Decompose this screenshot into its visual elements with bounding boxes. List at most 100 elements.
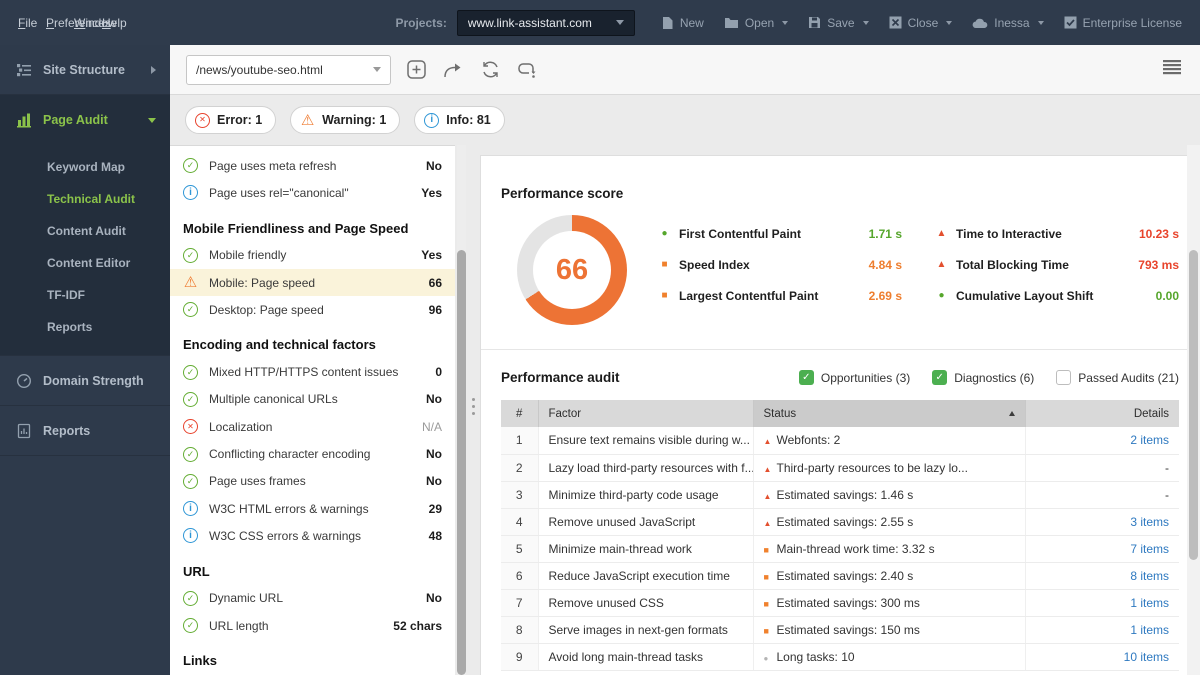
factor-row[interactable]: Page uses rel="canonical" Yes (183, 179, 442, 206)
warning-count-chip[interactable]: Warning: 1 (290, 106, 401, 134)
subnav-technical-audit[interactable]: Technical Audit (0, 183, 170, 215)
factor-row[interactable]: Mixed HTTP/HTTPS content issues 0 (183, 358, 442, 385)
factor-section-header: Mobile Friendliness and Page Speed (183, 220, 409, 236)
row-details-link[interactable]: 1 items (1025, 616, 1179, 644)
factor-row[interactable]: Mobile friendly Yes (183, 242, 442, 269)
metrics-column-left: First Contentful Paint 1.71 s Speed Inde… (659, 227, 902, 303)
performance-audit-title: Performance audit (501, 370, 620, 385)
table-row[interactable]: 2 Lazy load third-party resources with f… (501, 454, 1179, 482)
menu-window[interactable]: Window (74, 17, 117, 29)
save-project-button[interactable]: Save (808, 16, 869, 30)
checkbox-checked-icon[interactable] (932, 370, 948, 385)
account-button[interactable]: Inessa (972, 15, 1044, 30)
subnav-content-audit[interactable]: Content Audit (0, 215, 170, 247)
row-details-link[interactable]: 1 items (1025, 589, 1179, 617)
new-project-button[interactable]: New (661, 16, 704, 30)
subnav-reports[interactable]: Reports (0, 311, 170, 343)
row-details-link[interactable]: 3 items (1025, 508, 1179, 536)
row-details: - (1025, 454, 1179, 482)
factor-value: 0 (435, 365, 442, 380)
view-menu-button[interactable] (1162, 59, 1182, 80)
orange-square-icon (659, 260, 670, 270)
sidebar-item-domain-strength[interactable]: Domain Strength (0, 356, 170, 406)
factor-value: No (426, 392, 442, 407)
factor-row[interactable]: Page uses meta refresh No (183, 152, 442, 179)
panel-splitter[interactable] (472, 398, 475, 415)
table-row[interactable]: 8 Serve images in next-gen formats Estim… (501, 616, 1179, 644)
column-header-factor[interactable]: Factor (538, 400, 754, 427)
project-select[interactable]: www.link-assistant.com (456, 9, 635, 36)
enterprise-license-button[interactable]: Enterprise License (1064, 16, 1182, 30)
open-project-button[interactable]: Open (724, 16, 789, 30)
submit-page-button[interactable] (441, 58, 465, 82)
table-row[interactable]: 5 Minimize main-thread work Main-thread … (501, 535, 1179, 563)
table-row[interactable]: 7 Remove unused CSS Estimated savings: 3… (501, 589, 1179, 617)
factor-value: No (426, 474, 442, 489)
table-row[interactable]: 6 Reduce JavaScript execution time Estim… (501, 562, 1179, 590)
menu-file[interactable]: File (18, 17, 37, 29)
page-url-select[interactable]: /news/youtube-seo.html (186, 54, 391, 85)
chevron-down-icon (1037, 20, 1044, 25)
sidebar-item-site-structure[interactable]: Site Structure (0, 45, 170, 95)
error-count-chip[interactable]: Error: 1 (185, 106, 277, 134)
checkbox-checked-icon[interactable] (798, 370, 814, 385)
report-scrollbar-track[interactable] (1187, 145, 1200, 675)
table-row[interactable]: 4 Remove unused JavaScript Estimated sav… (501, 508, 1179, 536)
table-row[interactable]: 1 Ensure text remains visible during w..… (501, 427, 1179, 455)
factor-row[interactable]: Dynamic URL No (183, 585, 442, 612)
factor-row[interactable]: URL length 52 chars (183, 612, 442, 639)
filter-diagnostics[interactable]: Diagnostics (6) (932, 370, 1034, 385)
row-details-link[interactable]: 2 items (1025, 427, 1179, 455)
filter-opportunities[interactable]: Opportunities (3) (798, 370, 910, 385)
factor-row[interactable]: Desktop: Page speed 96 (183, 296, 442, 323)
refresh-page-button[interactable] (478, 58, 502, 82)
info-count-chip[interactable]: Info: 81 (414, 106, 505, 134)
add-page-button[interactable] (404, 58, 428, 82)
checkbox-unchecked-icon[interactable] (1056, 370, 1072, 385)
performance-score-section: 66 First Contentful Paint 1.71 s (501, 215, 1179, 325)
rebuild-icon (518, 62, 536, 78)
metrics-column-right: Time to Interactive 10.23 s Total Blocki… (936, 227, 1179, 303)
factor-row[interactable]: W3C CSS errors & warnings 48 (183, 522, 442, 549)
filter-passed-audits[interactable]: Passed Audits (21) (1056, 370, 1179, 385)
table-row[interactable]: 3 Minimize third-party code usage Estima… (501, 481, 1179, 509)
column-header-num[interactable]: # (501, 400, 539, 427)
sidebar-item-reports[interactable]: Reports (0, 406, 170, 456)
action-label: Inessa (994, 15, 1030, 30)
row-details-link[interactable]: 7 items (1025, 535, 1179, 563)
subnav-content-editor[interactable]: Content Editor (0, 247, 170, 279)
chip-label: Warning: 1 (322, 113, 387, 127)
performance-audit-header: Performance audit Opportunities (3) Diag… (501, 370, 1179, 385)
report-scrollbar-thumb[interactable] (1189, 250, 1198, 560)
factor-row-selected[interactable]: Mobile: Page speed 66 (170, 268, 455, 297)
status-chipbar: Error: 1 Warning: 1 Info: 81 (170, 95, 1200, 145)
status-text: Webfonts: 2 (776, 433, 841, 448)
row-factor: Serve images in next-gen formats (538, 616, 754, 644)
menu-help[interactable]: Help (102, 17, 127, 29)
factor-row[interactable]: Conflicting character encoding No (183, 440, 442, 467)
column-header-details[interactable]: Details (1025, 400, 1179, 427)
factor-label: Desktop: Page speed (209, 302, 324, 317)
column-header-status[interactable]: Status (753, 400, 1026, 427)
factor-row[interactable]: Multiple canonical URLs No (183, 386, 442, 413)
table-row[interactable]: 9 Avoid long main-thread tasks Long task… (501, 643, 1179, 671)
factors-scrollbar-thumb[interactable] (457, 250, 466, 675)
factor-row[interactable]: Localization N/A (183, 413, 442, 440)
row-details-link[interactable]: 8 items (1025, 562, 1179, 590)
metric-value: 2.69 s (868, 289, 902, 303)
row-details-link[interactable]: 10 items (1025, 643, 1179, 671)
row-factor: Remove unused JavaScript (538, 508, 754, 536)
sidebar-item-page-audit[interactable]: Page Audit (0, 95, 170, 145)
factor-row[interactable]: Page uses frames No (183, 468, 442, 495)
factor-value: 66 (428, 275, 442, 290)
close-project-button[interactable]: Close (889, 16, 953, 30)
subnav-tf-idf[interactable]: TF-IDF (0, 279, 170, 311)
info-icon (183, 185, 198, 201)
subnav-keyword-map[interactable]: Keyword Map (0, 151, 170, 183)
menu-preferences[interactable]: Preferences (46, 17, 111, 29)
passed-icon (183, 247, 198, 263)
page-speed-card: Performance score 66 First Contentful Pa… (480, 155, 1196, 675)
rebuild-project-button[interactable] (515, 58, 539, 82)
orange-square-icon (659, 291, 670, 301)
factor-row[interactable]: W3C HTML errors & warnings 29 (183, 495, 442, 522)
